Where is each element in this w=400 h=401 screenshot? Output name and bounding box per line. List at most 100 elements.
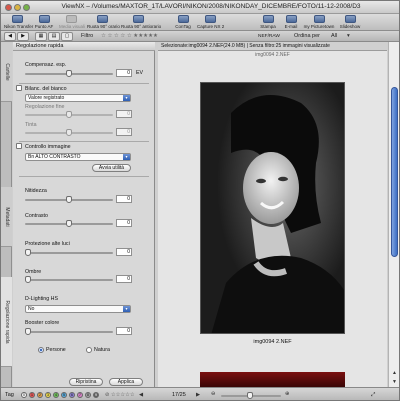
shadows-thumb[interactable] [25, 276, 31, 283]
picturetown-button[interactable]: my Picturetown [303, 15, 335, 30]
zoom-slider-thumb[interactable] [247, 392, 253, 399]
white-balance-checkbox[interactable] [16, 85, 22, 91]
raw-filter-label[interactable]: NEF/RAW [258, 32, 280, 41]
tag-0-button[interactable]: 0 [21, 392, 27, 398]
tag-6-button[interactable]: 6 [69, 392, 75, 398]
panel-title: Regolazione rapida [13, 42, 155, 51]
rotate-cw-button[interactable]: Ruota 90° orario [87, 15, 120, 30]
rating-stars-icon[interactable]: ⊘ ☆☆☆☆☆ [105, 392, 135, 398]
zoom-in-icon[interactable]: ⊕ [285, 391, 289, 397]
contrast-thumb[interactable] [66, 220, 72, 227]
scroll-down-icon[interactable]: ▼ [390, 378, 399, 386]
tag-7-button[interactable]: 7 [77, 392, 83, 398]
scrollbar-thumb[interactable] [391, 87, 398, 257]
zoom-window-button[interactable] [23, 4, 30, 11]
slideshow-button[interactable]: Slideshow [339, 15, 361, 30]
contrast-slider[interactable] [25, 220, 113, 227]
tab-metadati[interactable]: Metadati [1, 187, 12, 247]
chevron-down-icon: ▾ [123, 306, 130, 312]
grid-icon: ▦ [38, 33, 44, 39]
shadows-label: Ombre [25, 269, 42, 275]
highlights-slider[interactable] [25, 249, 113, 256]
viewer-button[interactable]: ▢ [61, 32, 73, 41]
reset-button[interactable]: Ripristina [69, 378, 103, 386]
sort-value[interactable]: All [331, 32, 337, 41]
tint-value-field[interactable]: 0 [116, 128, 132, 136]
tint-thumb[interactable] [66, 129, 72, 136]
tag-9-button[interactable]: 9 [93, 392, 99, 398]
contrast-value-field[interactable]: 0 [116, 219, 132, 227]
sort-label: Ordina per [294, 33, 320, 39]
exposure-slider[interactable] [25, 70, 113, 77]
rotate-ccw-icon [132, 15, 144, 23]
dlighting-select[interactable]: No ▾ [25, 305, 131, 313]
filter-label[interactable]: Filtro [81, 32, 93, 41]
separator [19, 141, 149, 142]
sharpness-value-field[interactable]: 0 [116, 195, 132, 203]
tag-3-button[interactable]: 3 [45, 392, 51, 398]
next-photo-thumbnail[interactable] [200, 372, 345, 387]
fit-to-window-icon[interactable]: ⤢ [371, 392, 375, 399]
booster-nature-radio[interactable] [86, 347, 92, 353]
color-booster-value-field[interactable]: 0 [116, 327, 132, 335]
previous-image-icon[interactable]: ◀ [139, 392, 143, 398]
main-toolbar: Nikon Transfer Punto AF Media visuali Ru… [1, 14, 399, 31]
rotate-ccw-button[interactable]: Ruota 90° antiorario [121, 15, 161, 30]
af-point-button[interactable]: Punto AF [33, 15, 55, 30]
sort-direction-icon[interactable]: ▾ [347, 32, 350, 41]
apply-button[interactable]: Applica [109, 378, 143, 386]
tag-1-button[interactable]: 1 [29, 392, 35, 398]
color-booster-thumb[interactable] [25, 328, 31, 335]
color-booster-slider[interactable] [25, 328, 113, 335]
exposure-value-field[interactable]: 0 [116, 69, 132, 77]
tag-4-button[interactable]: 4 [53, 392, 59, 398]
exposure-slider-thumb[interactable] [66, 70, 72, 77]
selection-info: Selezionate:img0094 2.NEF(24.0 MB) | Sen… [158, 42, 387, 51]
tab-regolazione-rapida[interactable]: Regolazione rapida [1, 277, 12, 367]
next-image-icon[interactable]: ▶ [196, 392, 200, 398]
filter-icons[interactable]: ☆ ☆ ☆ ☆ ☆ ★★★★★ [101, 32, 158, 41]
media-button[interactable]: Media visuali [59, 15, 85, 30]
tag-5-button[interactable]: 5 [61, 392, 67, 398]
picture-control-select[interactable]: Bn ALTO CONTRASTO ▾ [25, 153, 131, 161]
contrast-label: Contrasto [25, 213, 48, 219]
minimize-window-button[interactable] [14, 4, 21, 11]
shadows-value-field[interactable]: 0 [116, 275, 132, 283]
tab-cartelle[interactable]: Cartelle [1, 42, 12, 102]
white-balance-select[interactable]: Valore registrato ▾ [25, 94, 131, 102]
shadows-slider[interactable] [25, 276, 113, 283]
filmstrip-view-button[interactable]: ▤ [48, 32, 60, 41]
separator [19, 83, 149, 84]
tag-2-button[interactable]: 2 [37, 392, 43, 398]
picture-control-checkbox[interactable] [16, 143, 22, 149]
fine-tune-thumb[interactable] [66, 111, 72, 118]
zoom-out-icon[interactable]: ⊖ [211, 391, 215, 397]
vertical-scrollbar[interactable]: ▲ ▼ [388, 42, 399, 387]
tint-slider[interactable] [25, 129, 113, 136]
main-photo[interactable] [200, 82, 345, 334]
contag-button[interactable]: ConTag [174, 15, 192, 30]
forward-button[interactable]: ▶ [17, 32, 29, 41]
booster-people-radio[interactable] [38, 347, 44, 353]
scroll-up-icon[interactable]: ▲ [390, 369, 399, 377]
tag-8-button[interactable]: 8 [85, 392, 91, 398]
browser-view-button[interactable]: ▦ [35, 32, 47, 41]
highlights-value-field[interactable]: 0 [116, 248, 132, 256]
capture-nx-button[interactable]: Capture NX 2 [197, 15, 224, 30]
picture-control-value: Bn ALTO CONTRASTO [28, 154, 81, 160]
close-window-button[interactable] [5, 4, 12, 11]
launch-utility-button[interactable]: Avvia utilità [92, 164, 131, 172]
sharpness-slider[interactable] [25, 196, 113, 203]
email-button[interactable]: E-mail [282, 15, 300, 30]
nikon-transfer-button[interactable]: Nikon Transfer [4, 15, 33, 30]
highlights-thumb[interactable] [25, 249, 31, 256]
sharpness-thumb[interactable] [66, 196, 72, 203]
fine-tune-slider[interactable] [25, 111, 113, 118]
fine-tune-value-field[interactable]: 0 [116, 110, 132, 118]
zoom-slider[interactable] [221, 392, 281, 399]
booster-nature-label: Natura [94, 347, 110, 353]
capture-nx-icon [204, 15, 216, 23]
image-viewer-pane: Selezionate:img0094 2.NEF(24.0 MB) | Sen… [158, 42, 387, 387]
print-button[interactable]: Stampa [259, 15, 277, 30]
forward-arrow-icon: ▶ [21, 33, 25, 39]
